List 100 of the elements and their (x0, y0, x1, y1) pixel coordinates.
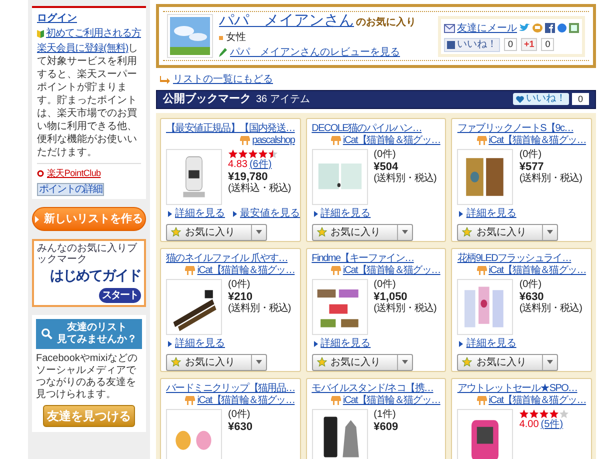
review-count[interactable]: (0件) (519, 148, 542, 160)
product-title-link[interactable]: アウトレットセール★SPO… (457, 382, 586, 394)
friends-description: Facebookやmixiなどのソーシャルメディアでつながりのある友達を見つけられます。 (36, 353, 139, 401)
caret-icon[interactable] (547, 360, 554, 364)
star-icon (462, 227, 472, 237)
review-count[interactable]: (6件) (249, 158, 272, 170)
star-icon (559, 408, 570, 418)
review-link[interactable]: パパ メイアンさんのレビューを見る (230, 45, 400, 60)
detail-link[interactable]: 詳細を見る (175, 338, 225, 350)
circle-icon (37, 170, 44, 177)
register-link[interactable]: 楽天会員に登録(無料) (37, 43, 128, 54)
shop-icon (185, 396, 196, 405)
shop-link[interactable]: iCat【猫首輪＆猫グッ… (342, 134, 440, 146)
detail-link[interactable]: 詳細を見る (466, 338, 516, 350)
favorite-button[interactable]: お気に入り (312, 354, 413, 370)
pointclub-link[interactable]: 楽天PointClub (47, 167, 101, 180)
plusone-button[interactable]: +1 (521, 38, 538, 51)
review-count[interactable]: (0件) (519, 278, 542, 290)
guide-banner[interactable]: みんなのお気に入りブックマーク はじめてガイド スタート (32, 239, 146, 307)
shop-link[interactable]: iCat【猫首輪＆猫グッ… (197, 394, 295, 406)
shipping-note: (送料別・税込) (519, 302, 582, 314)
arrow-icon (459, 340, 464, 346)
detail-link[interactable]: 最安値を見る (240, 208, 300, 220)
gender-label: 女性 (226, 30, 246, 45)
shop-link[interactable]: iCat【猫首輪＆猫グッ… (197, 264, 295, 276)
caret-icon[interactable] (256, 360, 262, 364)
shop-icon (476, 136, 487, 145)
star-icon (171, 357, 181, 367)
review-count[interactable]: (1件) (374, 408, 396, 420)
shipping-note: (送料別・税込) (519, 172, 582, 184)
bullet-icon (219, 36, 223, 40)
product-title-link[interactable]: DECOLE猫のパイルハン… (312, 122, 440, 134)
star-icon (529, 408, 540, 418)
product-title-link[interactable]: 猫のネイルファイル 爪やす… (166, 252, 295, 264)
review-count[interactable]: (0件) (374, 148, 396, 160)
favorite-button[interactable]: お気に入り (166, 354, 267, 370)
like-button[interactable]: いいね！ (512, 93, 569, 106)
shop-link[interactable]: pascalshop (252, 134, 295, 146)
star-icon (248, 148, 258, 158)
shop-link[interactable]: iCat【猫首輪＆猫グッ… (488, 394, 586, 406)
detail-link[interactable]: 詳細を見る (175, 208, 225, 220)
star-icon (268, 148, 278, 158)
review-count[interactable]: (0件) (374, 278, 396, 290)
price: ¥19,780 (228, 170, 269, 182)
item-count: 36 アイテム (256, 92, 310, 107)
price: ¥630 (519, 290, 545, 302)
square-icon[interactable] (569, 23, 579, 33)
shipping-note: (送料別・税込) (374, 302, 436, 314)
detail-link[interactable]: 詳細を見る (320, 338, 371, 350)
product-title-link[interactable]: 【最安値正規品】【国内発送… (166, 122, 295, 134)
start-button[interactable]: スタート (99, 288, 141, 303)
review-count[interactable]: (5件) (540, 418, 564, 430)
shop-link[interactable]: iCat【猫首輪＆猫グッ… (342, 264, 440, 276)
favorite-button[interactable]: お気に入り (457, 354, 558, 370)
first-time-link[interactable]: 初めてご利用される方 (46, 27, 141, 40)
profile-name-link[interactable]: パパ メイアンさん (219, 12, 354, 30)
shop-icon (185, 266, 196, 275)
star-icon (238, 148, 248, 158)
caret-icon[interactable] (256, 230, 262, 234)
product-title-link[interactable]: 花柄9LEDフラッシュライ… (457, 252, 586, 264)
price: ¥630 (228, 420, 252, 432)
bird-icon[interactable] (519, 23, 530, 33)
like-count: 0 (504, 38, 518, 51)
caret-icon[interactable] (547, 230, 554, 234)
login-link[interactable]: ログイン (37, 12, 141, 25)
shipping-note: (送料別・税込) (228, 302, 291, 314)
bookmarks-title: 公開ブックマーク (163, 92, 251, 107)
product-title-link[interactable]: ファブリックノートS【9c… (457, 122, 586, 134)
profile-suffix: のお気に入り (356, 16, 416, 30)
caret-icon[interactable] (402, 230, 408, 234)
shop-link[interactable]: iCat【猫首輪＆猫グッ… (488, 134, 586, 146)
shop-icon (330, 396, 341, 405)
shop-link[interactable]: iCat【猫首輪＆猫グッ… (488, 264, 586, 276)
product-title-link[interactable]: モバイルスタンド/ネコ【携… (312, 382, 440, 394)
return-arrow-icon (160, 76, 170, 84)
detail-link[interactable]: 詳細を見る (320, 208, 371, 220)
product-title-link[interactable]: Findme【キーファイン… (312, 252, 440, 264)
star-icon (519, 408, 530, 418)
favorite-button[interactable]: お気に入り (166, 224, 267, 240)
shop-link[interactable]: iCat【猫首輪＆猫グッ… (342, 394, 440, 406)
arrow-icon (168, 340, 172, 346)
detail-link[interactable]: 詳細を見る (466, 208, 516, 220)
favorite-button[interactable]: お気に入り (312, 224, 413, 240)
star-icon (228, 148, 238, 158)
facebook-icon[interactable] (545, 23, 555, 33)
star-icon (539, 408, 550, 418)
price: ¥1,050 (374, 290, 408, 302)
star-icon (462, 357, 472, 367)
dot-icon[interactable] (557, 23, 567, 33)
back-link[interactable]: リストの一覧にもどる (173, 72, 273, 87)
product-title-link[interactable]: バードミニクリップ【猫用品… (166, 382, 295, 394)
heart-icon (516, 96, 524, 103)
point-detail-button[interactable]: ポイントの詳細 (37, 183, 104, 196)
favorite-button[interactable]: お気に入り (457, 224, 558, 240)
mail-friend-link[interactable]: 友達にメール (457, 20, 517, 36)
review-count[interactable]: (0件) (228, 408, 250, 420)
caret-icon[interactable] (402, 360, 408, 364)
banner-caption: みんなのお気に入りブックマーク (37, 243, 138, 265)
like-button[interactable]: いいね！ (444, 38, 500, 52)
review-count[interactable]: (0件) (228, 278, 250, 290)
